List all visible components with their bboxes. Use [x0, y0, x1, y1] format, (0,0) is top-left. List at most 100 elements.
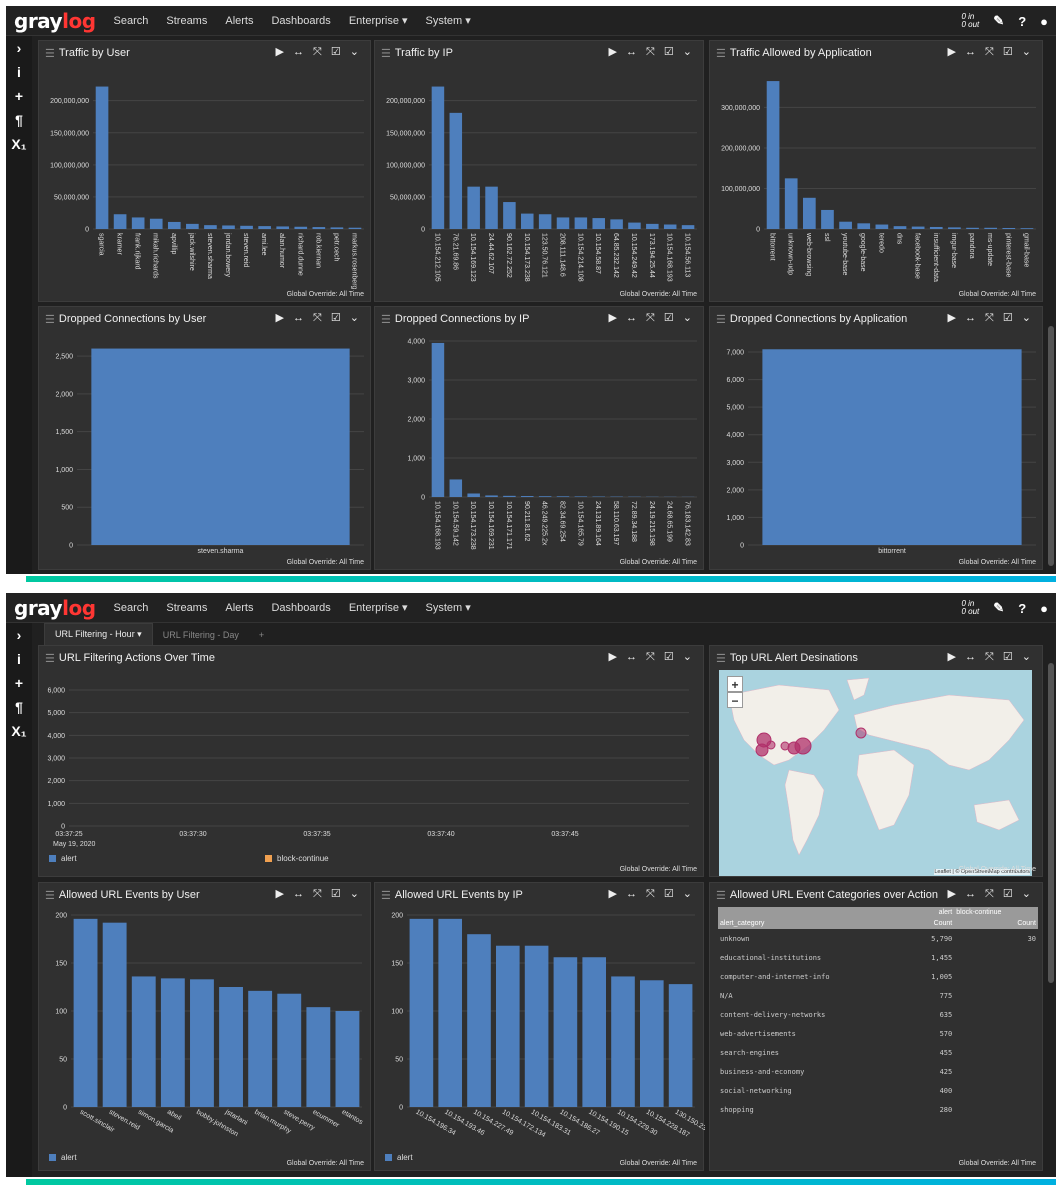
page-scrollbar[interactable]: [1048, 326, 1054, 566]
bar[interactable]: [113, 214, 127, 229]
parameters-icon[interactable]: X₁: [6, 719, 32, 743]
info-icon[interactable]: i: [6, 647, 32, 671]
widget-controls[interactable]: ▶ ↔ ⤧ ☑ ⌄: [947, 650, 1034, 664]
bar[interactable]: [495, 945, 520, 1107]
table-row[interactable]: unknown 5,790 30: [718, 929, 1038, 948]
nav-search[interactable]: Search: [114, 15, 149, 27]
expand-sidebar-icon[interactable]: ›: [6, 36, 32, 60]
nav-alerts[interactable]: Alerts: [225, 602, 253, 614]
nav-dashboards[interactable]: Dashboards: [271, 602, 330, 614]
page-scrollbar[interactable]: [1048, 663, 1054, 983]
bar[interactable]: [611, 976, 635, 1107]
bar[interactable]: [186, 223, 199, 229]
group-header-block-continue[interactable]: block-continue: [954, 907, 1038, 918]
bar[interactable]: [160, 978, 185, 1107]
bar[interactable]: [467, 493, 480, 497]
bar[interactable]: [592, 218, 605, 229]
bar[interactable]: [409, 918, 434, 1107]
bar[interactable]: [277, 993, 302, 1107]
widget-controls[interactable]: ▶ ↔ ⤧ ☑ ⌄: [275, 45, 362, 59]
bar[interactable]: [668, 984, 693, 1107]
bar[interactable]: [802, 197, 816, 229]
bar[interactable]: [628, 222, 641, 229]
info-icon[interactable]: i: [6, 60, 32, 84]
bar[interactable]: [524, 945, 549, 1107]
bar[interactable]: [467, 186, 480, 229]
user-icon[interactable]: ●: [1040, 14, 1048, 29]
bar[interactable]: [190, 979, 214, 1107]
drag-handle-icon[interactable]: ☰: [716, 889, 726, 902]
bar[interactable]: [131, 976, 156, 1107]
nav-streams[interactable]: Streams: [166, 602, 207, 614]
bar[interactable]: [521, 213, 534, 229]
help-icon[interactable]: ?: [1018, 14, 1026, 29]
zoom-out-button[interactable]: −: [727, 692, 743, 708]
bar[interactable]: [91, 348, 350, 545]
bar[interactable]: [485, 186, 498, 229]
edit-icon[interactable]: ✎: [993, 600, 1004, 616]
expand-sidebar-icon[interactable]: ›: [6, 623, 32, 647]
bar[interactable]: [276, 226, 290, 229]
map-marker[interactable]: [794, 737, 812, 755]
drag-handle-icon[interactable]: ☰: [716, 47, 726, 60]
widget-controls[interactable]: ▶ ↔ ⤧ ☑ ⌄: [608, 887, 695, 901]
bar[interactable]: [646, 223, 659, 229]
bar[interactable]: [449, 479, 463, 497]
bar[interactable]: [431, 86, 445, 229]
bar[interactable]: [306, 1007, 331, 1107]
bar[interactable]: [1002, 227, 1016, 229]
bar[interactable]: [574, 217, 588, 229]
bar[interactable]: [1020, 228, 1034, 229]
zoom-in-button[interactable]: +: [727, 676, 743, 692]
bar[interactable]: [984, 227, 998, 229]
bar[interactable]: [681, 225, 695, 229]
graylog-logo[interactable]: graylog: [14, 9, 96, 33]
bar[interactable]: [219, 987, 243, 1107]
map-marker[interactable]: [766, 740, 776, 750]
bar[interactable]: [766, 81, 780, 229]
bar[interactable]: [556, 496, 570, 497]
bar[interactable]: [335, 1011, 360, 1107]
bar[interactable]: [167, 221, 181, 229]
bar[interactable]: [556, 217, 570, 229]
bar[interactable]: [893, 226, 907, 229]
graylog-logo[interactable]: graylog: [14, 596, 96, 620]
bar[interactable]: [582, 957, 607, 1107]
bar[interactable]: [73, 918, 98, 1107]
bar[interactable]: [966, 227, 979, 229]
column-header-count-block[interactable]: Count: [954, 918, 1038, 929]
drag-handle-icon[interactable]: ☰: [716, 652, 726, 665]
bar[interactable]: [503, 495, 516, 497]
nav-alerts[interactable]: Alerts: [225, 15, 253, 27]
group-header-alert[interactable]: alert: [911, 907, 955, 918]
nav-enterprise[interactable]: Enterprise ▾: [349, 14, 408, 27]
bar[interactable]: [222, 225, 235, 229]
bar[interactable]: [610, 219, 623, 229]
map-marker[interactable]: [855, 727, 867, 739]
map-marker[interactable]: [780, 741, 790, 751]
edit-icon[interactable]: ✎: [993, 13, 1004, 29]
bar[interactable]: [467, 934, 491, 1107]
bar[interactable]: [553, 957, 578, 1107]
paragraph-icon[interactable]: ¶: [6, 108, 32, 132]
tab-url-filtering-hour[interactable]: URL Filtering - Hour ▾: [44, 623, 153, 645]
bar[interactable]: [485, 495, 498, 497]
table-row[interactable]: web-advertisements 570: [718, 1024, 1038, 1043]
drag-handle-icon[interactable]: ☰: [716, 313, 726, 326]
bar[interactable]: [503, 202, 516, 229]
column-header-category[interactable]: alert_category: [718, 918, 912, 929]
bar[interactable]: [839, 221, 852, 229]
widget-controls[interactable]: ▶ ↔ ⤧ ☑ ⌄: [275, 887, 362, 901]
bar[interactable]: [248, 990, 273, 1107]
nav-dashboards[interactable]: Dashboards: [271, 15, 330, 27]
user-icon[interactable]: ●: [1040, 601, 1048, 616]
bar[interactable]: [312, 227, 326, 229]
bar[interactable]: [131, 217, 145, 229]
drag-handle-icon[interactable]: ☰: [381, 313, 391, 326]
bar[interactable]: [875, 224, 889, 229]
nav-system[interactable]: System ▾: [426, 14, 471, 27]
table-row[interactable]: social-networking 400: [718, 1081, 1038, 1100]
bar[interactable]: [102, 922, 127, 1107]
bar[interactable]: [258, 226, 271, 229]
drag-handle-icon[interactable]: ☰: [45, 889, 55, 902]
